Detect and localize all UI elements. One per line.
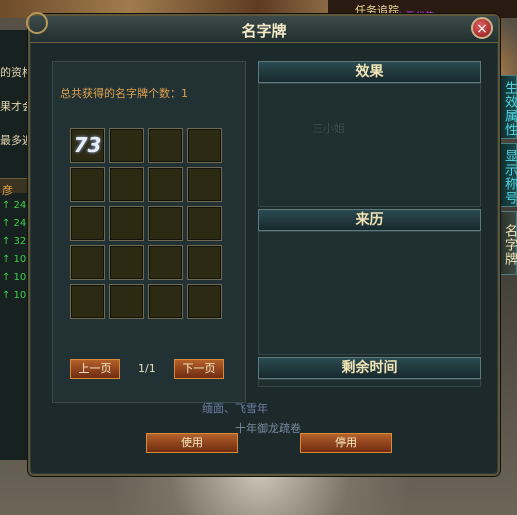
- remaining-time-section-header: 剩余时间: [258, 357, 481, 379]
- plate-slot-8[interactable]: [187, 167, 222, 202]
- plate-slot-17[interactable]: [70, 284, 105, 319]
- plate-slot-12[interactable]: [187, 206, 222, 241]
- plate-slot-7[interactable]: [148, 167, 183, 202]
- frame-ornament-icon: [26, 12, 48, 34]
- plate-slot-18[interactable]: [109, 284, 144, 319]
- use-button[interactable]: 使用: [146, 433, 238, 453]
- effect-section-header: 效果: [258, 61, 481, 83]
- background-ghost-text-2: 缅面、飞雪年: [202, 402, 268, 415]
- plate-slot-9[interactable]: [70, 206, 105, 241]
- tab-active-attributes[interactable]: 生效属性: [497, 75, 517, 139]
- background-ghost-text-3: 十年御龙疏卷: [235, 422, 301, 435]
- stat-row-3: ↑ 32: [2, 236, 27, 247]
- origin-section-header: 来历: [258, 209, 481, 231]
- plate-slot-19[interactable]: [148, 284, 183, 319]
- next-page-button[interactable]: 下一页: [174, 359, 224, 379]
- origin-section-body: [258, 231, 481, 355]
- name-plate-window: 名字牌 × 总共获得的名字牌个数：1 73 上一页 1/1 下一页 效果 三小姐…: [26, 12, 500, 476]
- remaining-time-section-body: [258, 379, 481, 387]
- name-plate-73-icon: 73: [73, 133, 102, 157]
- background-panel-header-text: 彦: [2, 184, 13, 197]
- stat-row-6: ↑ 10: [2, 290, 27, 301]
- prev-page-button[interactable]: 上一页: [70, 359, 120, 379]
- plate-slot-6[interactable]: [109, 167, 144, 202]
- stat-row-4: ↑ 10: [2, 254, 27, 265]
- disable-button[interactable]: 停用: [300, 433, 392, 453]
- stat-row-2: ↑ 24: [2, 218, 27, 229]
- tab-name-plate[interactable]: 名字牌: [497, 211, 517, 275]
- plate-slot-5[interactable]: [70, 167, 105, 202]
- page-indicator: 1/1: [138, 362, 156, 375]
- stat-row-1: ↑ 24: [2, 200, 27, 211]
- plate-slot-2[interactable]: [109, 128, 144, 163]
- close-button[interactable]: ×: [471, 17, 493, 39]
- plate-slot-11[interactable]: [148, 206, 183, 241]
- side-tab-strip: 生效属性 显示称号 名字牌: [497, 75, 517, 279]
- plate-slot-4[interactable]: [187, 128, 222, 163]
- window-titlebar[interactable]: 名字牌 ×: [30, 16, 498, 43]
- plate-slot-10[interactable]: [109, 206, 144, 241]
- stat-row-5: ↑ 10: [2, 272, 27, 283]
- plate-slot-13[interactable]: [70, 245, 105, 280]
- effect-section-body: [258, 83, 481, 207]
- background-ghost-text-1: 三小姐: [312, 122, 345, 135]
- plate-slot-1[interactable]: 73: [70, 128, 105, 163]
- plate-count-label: 总共获得的名字牌个数：1: [60, 87, 188, 100]
- window-title: 名字牌: [241, 22, 287, 40]
- plate-slot-16[interactable]: [187, 245, 222, 280]
- plate-slot-20[interactable]: [187, 284, 222, 319]
- plate-slot-15[interactable]: [148, 245, 183, 280]
- tab-show-title[interactable]: 显示称号: [497, 143, 517, 207]
- plate-slot-3[interactable]: [148, 128, 183, 163]
- plate-slot-14[interactable]: [109, 245, 144, 280]
